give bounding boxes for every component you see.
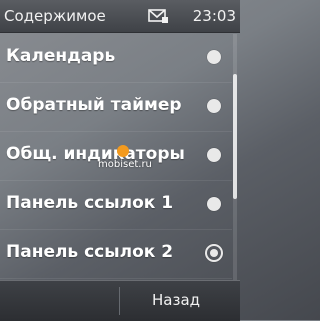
watermark-logo-icon: [117, 145, 129, 157]
radio-button-selected[interactable]: [205, 244, 223, 262]
watermark: mobiset.ru: [98, 145, 164, 175]
radio-button[interactable]: [207, 197, 221, 211]
radio-button[interactable]: [207, 99, 221, 113]
clock: 23:03: [192, 7, 236, 25]
radio-button[interactable]: [207, 148, 221, 162]
scrollbar-thumb[interactable]: [233, 74, 237, 199]
page-title: Содержимое: [4, 7, 106, 25]
mail-icon: [148, 8, 168, 23]
list-item-label: Панель ссылок 2: [6, 242, 174, 262]
back-button[interactable]: Назад: [152, 291, 200, 309]
list-item-shortcuts-panel-1[interactable]: Панель ссылок 1: [0, 181, 232, 230]
softkey-divider: [119, 287, 120, 315]
softkey-bar: Назад: [0, 280, 240, 321]
radio-button[interactable]: [207, 50, 221, 64]
list-item-countdown-timer[interactable]: Обратный таймер: [0, 83, 232, 132]
list-item-label: Календарь: [6, 46, 116, 66]
scrollbar[interactable]: [233, 34, 237, 280]
list-item-calendar[interactable]: Календарь: [0, 34, 232, 83]
list-item-shortcuts-panel-2[interactable]: Панель ссылок 2: [0, 230, 232, 279]
watermark-text: mobiset.ru: [98, 159, 152, 170]
status-bar: Содержимое 23:03: [0, 0, 240, 33]
list-item-label: Обратный таймер: [6, 95, 182, 115]
list-item-label: Панель ссылок 1: [6, 193, 174, 213]
